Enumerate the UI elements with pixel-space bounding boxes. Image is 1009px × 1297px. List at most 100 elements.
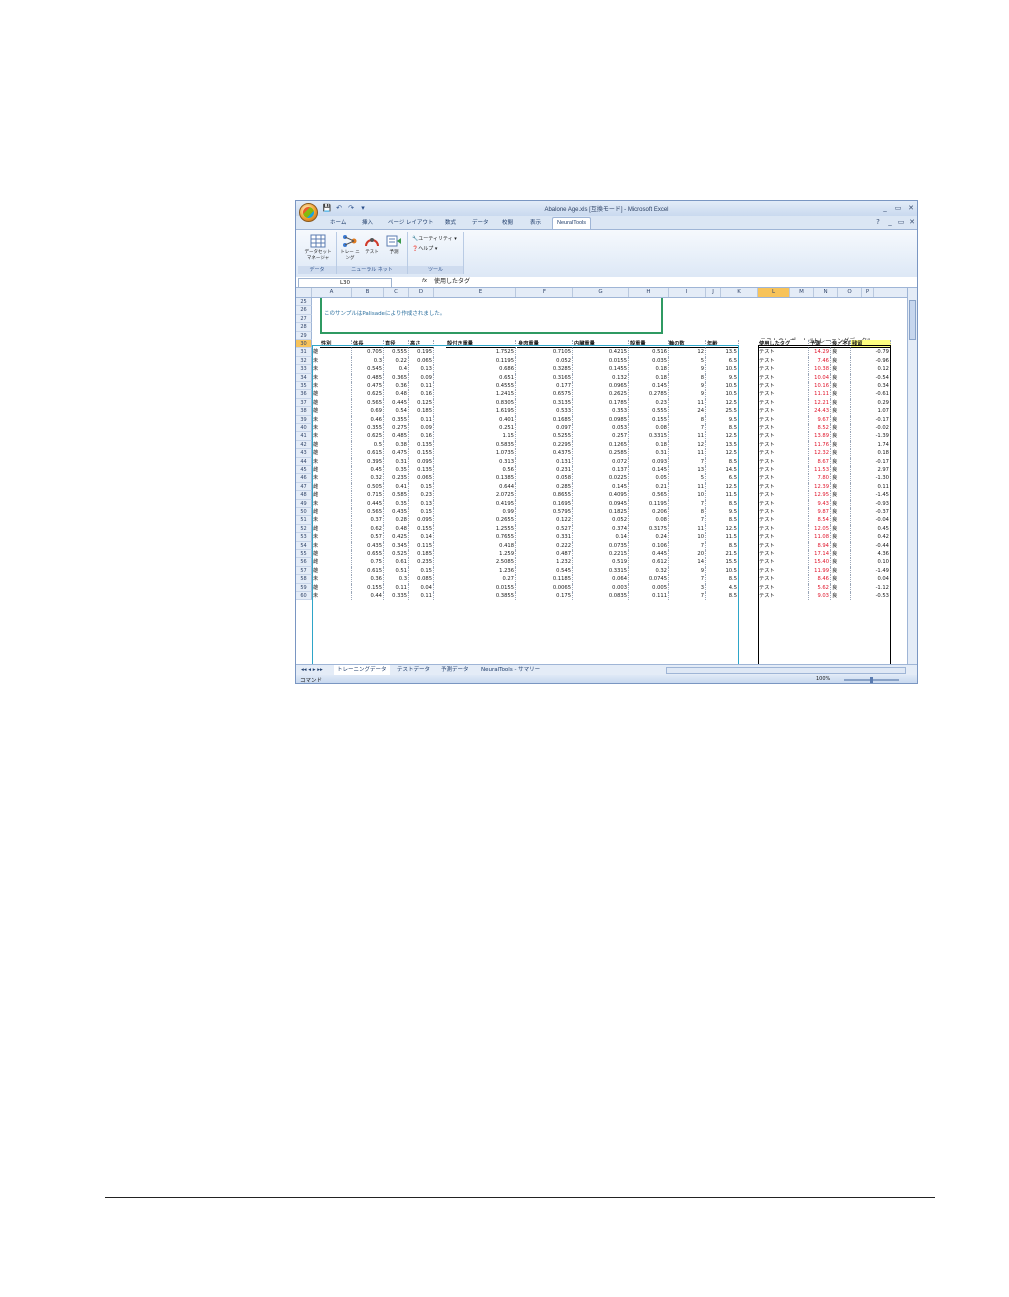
value-cell[interactable]: 0.525 bbox=[384, 550, 409, 559]
row-header[interactable]: 34 bbox=[296, 373, 312, 382]
value-cell[interactable]: 0.185 bbox=[409, 407, 434, 416]
sex-cell[interactable]: 未 bbox=[312, 365, 352, 374]
header-cell-7[interactable]: 内臓重量 bbox=[573, 340, 629, 349]
value-cell[interactable]: 0.11 bbox=[409, 415, 434, 424]
value-cell[interactable]: 13.5 bbox=[706, 348, 739, 357]
value-cell[interactable]: 7 bbox=[668, 575, 706, 584]
sex-cell[interactable]: 未 bbox=[312, 356, 352, 366]
value-cell[interactable]: 12 bbox=[668, 440, 706, 450]
value-cell[interactable]: 9 bbox=[668, 382, 706, 391]
value-cell[interactable]: 3 bbox=[668, 583, 706, 592]
quality-cell[interactable]: 良 bbox=[831, 415, 851, 424]
sex-cell[interactable]: 未 bbox=[312, 415, 352, 424]
quality-cell[interactable]: 良 bbox=[831, 508, 851, 517]
value-cell[interactable]: 0.51 bbox=[384, 566, 409, 576]
value-cell[interactable]: 0.2655 bbox=[446, 516, 516, 525]
value-cell[interactable]: 0.235 bbox=[409, 558, 434, 567]
sex-cell[interactable]: 雌 bbox=[312, 466, 352, 475]
value-cell[interactable]: 9.5 bbox=[706, 373, 739, 382]
row-header[interactable]: 32 bbox=[296, 356, 312, 366]
value-cell[interactable]: 0.46 bbox=[352, 415, 384, 424]
value-cell[interactable]: 0.28 bbox=[384, 516, 409, 525]
sex-cell[interactable]: 未 bbox=[312, 474, 352, 483]
value-cell[interactable]: 0.3 bbox=[352, 356, 384, 366]
value-cell[interactable]: 0.54 bbox=[384, 407, 409, 416]
row-header[interactable]: 38 bbox=[296, 407, 312, 416]
quality-cell[interactable]: 良 bbox=[831, 424, 851, 433]
sheet-tab-predict[interactable]: 予測データ bbox=[438, 665, 472, 675]
value-cell[interactable]: 10.5 bbox=[706, 365, 739, 374]
value-cell[interactable]: 0.99 bbox=[446, 508, 516, 517]
value-cell[interactable]: 12 bbox=[668, 348, 706, 357]
value-cell[interactable]: 0.69 bbox=[352, 407, 384, 416]
value-cell[interactable]: 0.003 bbox=[573, 583, 629, 592]
value-cell[interactable]: 0.15 bbox=[409, 566, 434, 576]
column-header-c[interactable]: C bbox=[384, 288, 409, 297]
residual-cell[interactable]: -0.61 bbox=[851, 390, 891, 399]
value-cell[interactable]: 24 bbox=[668, 407, 706, 416]
quality-cell[interactable]: 良 bbox=[831, 533, 851, 542]
prediction-cell[interactable]: 7.80 bbox=[809, 474, 831, 483]
value-cell[interactable]: 0.31 bbox=[384, 457, 409, 466]
value-cell[interactable]: 8 bbox=[668, 415, 706, 424]
row-header[interactable]: 50 bbox=[296, 508, 312, 517]
value-cell[interactable]: 0.155 bbox=[409, 524, 434, 534]
value-cell[interactable]: 0.36 bbox=[352, 575, 384, 584]
tag-cell[interactable]: テスト bbox=[758, 407, 809, 416]
residual-cell[interactable]: -1.30 bbox=[851, 474, 891, 483]
value-cell[interactable]: 0.08 bbox=[629, 516, 669, 525]
formula-input[interactable]: 使用したタグ bbox=[434, 278, 470, 286]
value-cell[interactable]: 0.135 bbox=[409, 440, 434, 450]
column-header-d[interactable]: D bbox=[409, 288, 434, 297]
row-header[interactable]: 52 bbox=[296, 524, 312, 534]
value-cell[interactable]: 0.555 bbox=[629, 407, 669, 416]
residual-cell[interactable]: -0.53 bbox=[851, 592, 891, 601]
value-cell[interactable]: 1.6195 bbox=[446, 407, 516, 416]
tab-review[interactable]: 校閲 bbox=[498, 218, 517, 229]
residual-cell[interactable]: -0.79 bbox=[851, 348, 891, 357]
value-cell[interactable]: 0.6575 bbox=[517, 390, 573, 399]
sex-cell[interactable]: 未 bbox=[312, 499, 352, 508]
value-cell[interactable]: 2.5085 bbox=[446, 558, 516, 567]
value-cell[interactable]: 0.41 bbox=[384, 482, 409, 492]
value-cell[interactable]: 1.7525 bbox=[446, 348, 516, 357]
quality-cell[interactable]: 良 bbox=[831, 524, 851, 534]
value-cell[interactable]: 0.3315 bbox=[629, 432, 669, 441]
value-cell[interactable]: 0.18 bbox=[629, 365, 669, 374]
sex-cell[interactable]: 雄 bbox=[312, 566, 352, 576]
value-cell[interactable]: 0.137 bbox=[573, 466, 629, 475]
column-header-n[interactable]: N bbox=[814, 288, 838, 297]
value-cell[interactable]: 0.2785 bbox=[629, 390, 669, 399]
column-header-j[interactable]: J bbox=[706, 288, 721, 297]
sheet-tab-training[interactable]: トレーニングデータ bbox=[334, 665, 390, 675]
value-cell[interactable]: 0.16 bbox=[409, 432, 434, 441]
value-cell[interactable]: 0.1785 bbox=[573, 398, 629, 408]
value-cell[interactable]: 0.0965 bbox=[573, 382, 629, 391]
quality-cell[interactable]: 良 bbox=[831, 449, 851, 458]
value-cell[interactable]: 0.11 bbox=[409, 592, 434, 601]
value-cell[interactable]: 0.3175 bbox=[629, 524, 669, 534]
value-cell[interactable]: 0.331 bbox=[517, 533, 573, 542]
value-cell[interactable]: 0.23 bbox=[629, 398, 669, 408]
value-cell[interactable]: 21.5 bbox=[706, 550, 739, 559]
value-cell[interactable]: 0.115 bbox=[409, 541, 434, 550]
value-cell[interactable]: 0.2585 bbox=[573, 449, 629, 458]
value-cell[interactable]: 0.155 bbox=[409, 449, 434, 458]
quality-cell[interactable]: 良 bbox=[831, 592, 851, 601]
value-cell[interactable]: 0.5255 bbox=[517, 432, 573, 441]
residual-cell[interactable]: 0.34 bbox=[851, 382, 891, 391]
sex-cell[interactable]: 未 bbox=[312, 533, 352, 542]
name-box[interactable]: L30 bbox=[298, 278, 392, 288]
value-cell[interactable]: 0.177 bbox=[517, 382, 573, 391]
horizontal-scrollbar[interactable] bbox=[666, 667, 906, 674]
residual-cell[interactable]: -0.93 bbox=[851, 499, 891, 508]
value-cell[interactable]: 7 bbox=[668, 541, 706, 550]
value-cell[interactable]: 0.335 bbox=[384, 592, 409, 601]
value-cell[interactable]: 0.32 bbox=[629, 566, 669, 576]
tag-cell[interactable]: テスト bbox=[758, 491, 809, 500]
value-cell[interactable]: 0.16 bbox=[409, 390, 434, 399]
value-cell[interactable]: 8 bbox=[668, 508, 706, 517]
row-header[interactable]: 43 bbox=[296, 449, 312, 458]
tag-cell[interactable]: テスト bbox=[758, 457, 809, 466]
value-cell[interactable]: 0.064 bbox=[573, 575, 629, 584]
